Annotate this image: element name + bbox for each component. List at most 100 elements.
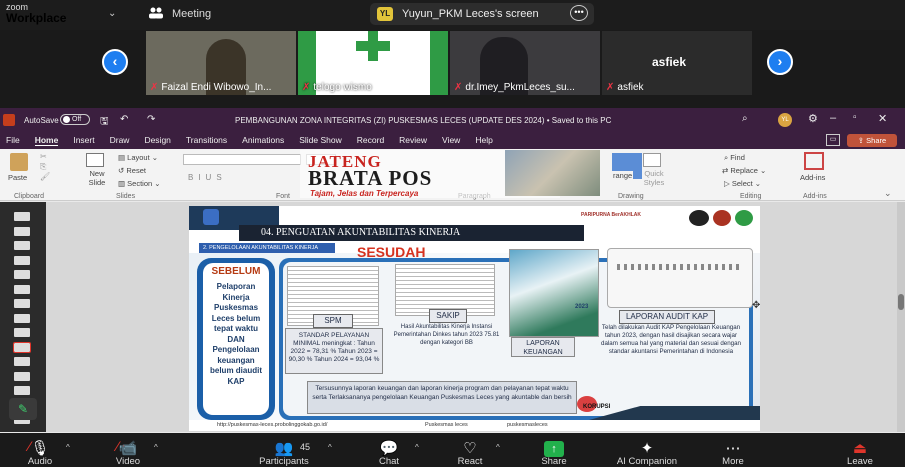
maximize-icon[interactable]: ▫ — [853, 112, 857, 123]
new-slide-label[interactable]: New Slide — [82, 169, 112, 187]
sebelum-title: SEBELUM — [211, 266, 261, 277]
slide-thumbnail[interactable] — [14, 255, 30, 265]
slide-thumbnail[interactable] — [14, 357, 30, 366]
quick-styles-icon[interactable] — [643, 153, 661, 167]
participants-icon[interactable]: 👥 — [270, 439, 298, 457]
watermark-line2: BRATA POS — [308, 166, 433, 190]
scroll-thumb[interactable] — [898, 294, 904, 310]
participant-tile[interactable]: ✗ dr.Imey_PkmLeces_su... — [450, 31, 600, 95]
autosave-toggle[interactable]: Off — [60, 114, 90, 125]
section-button[interactable]: ▥ Section ⌄ — [118, 179, 161, 188]
minimize-icon[interactable]: – — [830, 112, 836, 124]
tab-design[interactable]: Design — [144, 135, 170, 146]
comments-icon[interactable]: ▭ — [826, 134, 840, 146]
participants-label[interactable]: Participants — [244, 456, 324, 467]
participant-tile[interactable]: ✗ telogo wismo — [298, 31, 448, 95]
document-title[interactable]: PEMBANGUNAN ZONA INTEGRITAS (ZI) PUSKESM… — [235, 116, 611, 125]
react-icon[interactable]: ♡ — [456, 439, 484, 457]
vertical-scrollbar[interactable] — [897, 202, 905, 432]
collapse-ribbon-icon[interactable]: ⌄ — [884, 188, 892, 199]
ai-companion-label[interactable]: AI Companion — [607, 456, 687, 467]
redo-icon[interactable]: ↷ — [147, 114, 155, 125]
meeting-label[interactable]: Meeting — [172, 8, 211, 20]
font-format-buttons[interactable]: BIUS — [188, 173, 227, 182]
save-icon[interactable]: 🖫 — [100, 114, 109, 131]
find-button[interactable]: ⌕ Find — [724, 153, 745, 163]
ai-companion-icon[interactable]: ✦ — [633, 439, 661, 457]
more-icon[interactable]: ⋯ — [719, 439, 747, 457]
options-caret-icon[interactable]: ^ — [415, 443, 419, 452]
slide-thumbnail[interactable] — [14, 270, 30, 279]
zoom-logo-main[interactable]: Workplace — [6, 11, 66, 25]
slide-thumbnail[interactable] — [14, 226, 30, 236]
addins-icon[interactable] — [804, 152, 824, 170]
sharer-avatar: YL — [377, 7, 393, 21]
slide-thumbnail[interactable] — [14, 371, 30, 381]
leave-icon[interactable]: ⏏ — [846, 439, 874, 457]
chat-label[interactable]: Chat — [349, 456, 429, 467]
tab-home[interactable]: Home — [34, 135, 59, 146]
tab-transitions[interactable]: Transitions — [186, 135, 227, 146]
slide-thumbnail[interactable] — [14, 386, 30, 395]
arrange-label[interactable]: range — [612, 171, 634, 180]
group-slides: Slides — [116, 193, 136, 200]
user-avatar[interactable]: YL — [778, 113, 792, 127]
slide-thumbnail[interactable] — [14, 212, 30, 221]
quick-styles-label[interactable]: Quick Styles — [640, 169, 668, 187]
reset-button[interactable]: ↺ Reset — [118, 166, 146, 175]
close-icon[interactable]: ✕ — [878, 112, 887, 125]
more-label[interactable]: More — [693, 456, 773, 467]
audit-kap-label: LAPORAN AUDIT KAP — [619, 310, 715, 324]
options-caret-icon[interactable]: ^ — [328, 443, 332, 452]
font-name-box[interactable] — [183, 154, 301, 165]
paste-icon[interactable] — [10, 153, 28, 171]
participant-tile[interactable]: ✗ Faizal Endi Wibowo_In... — [146, 31, 296, 95]
slide-thumbnail[interactable] — [14, 299, 30, 308]
new-slide-icon[interactable] — [86, 153, 104, 167]
replace-button[interactable]: ⇄ Replace ⌄ — [722, 166, 766, 175]
mic-off-icon[interactable]: 🎙 ⁄ — [26, 438, 54, 457]
options-caret-icon[interactable]: ^ — [154, 443, 158, 452]
slide-thumbnail[interactable] — [13, 341, 31, 353]
share-icon[interactable]: ↑ — [540, 439, 568, 457]
undo-icon[interactable]: ↶ — [120, 114, 128, 125]
video-off-icon[interactable]: 📹 ⁄ — [114, 438, 142, 457]
leave-label[interactable]: Leave — [820, 456, 900, 467]
tab-file[interactable]: File — [6, 135, 20, 146]
chevron-down-icon[interactable]: ⌄ — [108, 8, 116, 19]
tab-draw[interactable]: Draw — [110, 135, 130, 146]
autosave-state: Off — [72, 116, 82, 123]
paste-label[interactable]: Paste — [8, 173, 27, 182]
ppt-title-bar: AutoSave Off 🖫 ↶ ↷ PEMBANGUNAN ZONA INTE… — [0, 108, 905, 132]
select-button[interactable]: ▷ Select ⌄ — [724, 179, 761, 188]
layout-button[interactable]: ▤ Layout ⌄ — [118, 153, 158, 162]
options-caret-icon[interactable]: ^ — [66, 443, 70, 452]
slide-thumbnail[interactable] — [14, 241, 30, 250]
slide-thumbnail[interactable] — [14, 328, 30, 337]
slide-thumbnail[interactable] — [14, 284, 30, 294]
tab-insert[interactable]: Insert — [73, 135, 94, 146]
options-caret-icon[interactable]: ^ — [496, 443, 500, 452]
prev-page-button[interactable]: ‹ — [102, 49, 128, 75]
tab-help[interactable]: Help — [475, 135, 492, 146]
participant-tile[interactable]: asfiek ✗ asfiek — [602, 31, 752, 95]
tab-animations[interactable]: Animations — [242, 135, 284, 146]
slide-thumbnail[interactable] — [14, 313, 30, 323]
settings-icon[interactable]: ⚙ — [808, 112, 818, 125]
share-button[interactable]: ⇪ Share — [847, 134, 897, 147]
tab-record[interactable]: Record — [357, 135, 384, 146]
sakip-label: SAKIP — [429, 309, 467, 323]
pen-icon[interactable]: ✎ — [9, 398, 37, 420]
chat-icon[interactable]: 💬 — [375, 439, 403, 457]
react-label[interactable]: React — [430, 456, 510, 467]
search-icon[interactable]: ⌕ — [742, 113, 748, 124]
tab-view[interactable]: View — [442, 135, 460, 146]
more-options-icon[interactable]: ••• — [570, 5, 588, 21]
tab-review[interactable]: Review — [399, 135, 427, 146]
share-label[interactable]: Share — [514, 456, 594, 467]
video-label[interactable]: Video — [88, 456, 168, 467]
next-page-button[interactable]: › — [767, 49, 793, 75]
addins-label[interactable]: Add-ins — [800, 173, 825, 182]
tab-slide-show[interactable]: Slide Show — [299, 135, 342, 146]
audio-label[interactable]: Audio — [0, 456, 80, 467]
